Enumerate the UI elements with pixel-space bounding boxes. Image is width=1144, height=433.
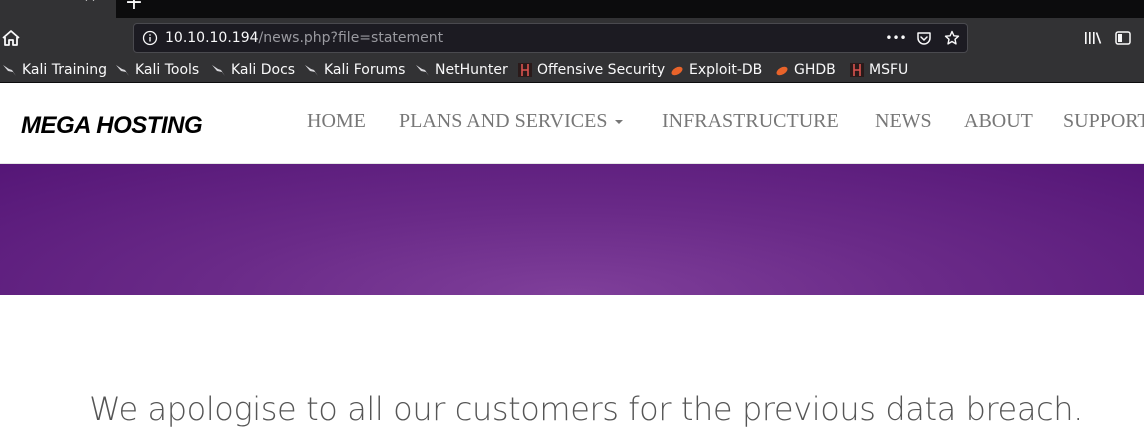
site-header: MEGA HOSTING HOME PLANS AND SERVICES INF…: [0, 84, 1144, 164]
nav-news[interactable]: NEWS: [875, 110, 932, 133]
kali-dragon-icon: [2, 62, 18, 78]
site-info-icon[interactable]: [142, 30, 158, 46]
bookmark-label: NetHunter: [435, 62, 508, 78]
caret-down-icon: [615, 120, 624, 125]
offsec-icon: [517, 62, 533, 78]
exploitdb-icon: [669, 62, 685, 78]
offsec-icon: [849, 62, 865, 78]
pocket-icon[interactable]: [915, 29, 933, 47]
bookmark-label: MSFU: [869, 62, 909, 78]
bookmark-label: Kali Forums: [324, 62, 406, 78]
active-tab[interactable]: ng ✕: [0, 0, 116, 18]
site-logo[interactable]: MEGA HOSTING: [21, 112, 203, 140]
bookmark-msfu[interactable]: MSFU: [849, 60, 908, 80]
bookmark-exploit-db[interactable]: Exploit-DB: [669, 60, 762, 80]
new-tab-button[interactable]: +: [124, 0, 144, 15]
nav-plans-label: PLANS AND SERVICES: [399, 110, 608, 132]
hero-banner: [0, 164, 1144, 295]
bookmark-kali-training[interactable]: Kali Training: [2, 60, 107, 80]
nav-home[interactable]: HOME: [307, 110, 366, 133]
url-path: /news.php?file=statement: [258, 30, 444, 46]
bookmark-offensive-security[interactable]: Offensive Security: [517, 60, 665, 80]
bookmark-nethunter[interactable]: NetHunter: [415, 60, 508, 80]
kali-dragon-icon: [211, 62, 227, 78]
library-icon[interactable]: [1082, 28, 1104, 48]
kali-dragon-icon: [415, 62, 431, 78]
bookmark-ghdb[interactable]: GHDB: [774, 60, 836, 80]
kali-dragon-icon: [304, 62, 320, 78]
bookmark-kali-tools[interactable]: Kali Tools: [115, 60, 199, 80]
kali-dragon-icon: [115, 62, 131, 78]
nav-support[interactable]: SUPPORT: [1063, 110, 1144, 133]
nav-infrastructure[interactable]: INFRASTRUCTURE: [662, 110, 839, 133]
bookmark-label: Kali Docs: [231, 62, 296, 78]
tab-close-icon[interactable]: ✕: [82, 0, 98, 8]
nav-about[interactable]: ABOUT: [964, 110, 1033, 133]
bookmark-kali-docs[interactable]: Kali Docs: [211, 60, 295, 80]
url-text[interactable]: 10.10.10.194/news.php?file=statement: [165, 29, 443, 47]
bookmark-star-icon[interactable]: [943, 29, 961, 47]
url-host: 10.10.10.194: [165, 30, 259, 46]
address-bar[interactable]: 10.10.10.194/news.php?file=statement •••: [133, 23, 968, 53]
bookmark-label: Exploit-DB: [689, 62, 763, 78]
home-icon[interactable]: [0, 28, 22, 48]
bookmark-label: Kali Training: [22, 62, 107, 78]
tab-strip: ng ✕ +: [0, 0, 1144, 18]
nav-plans-and-services[interactable]: PLANS AND SERVICES: [399, 110, 624, 133]
statement-heading: We apologise to all our customers for th…: [89, 390, 1083, 428]
exploitdb-icon: [774, 62, 790, 78]
sidebar-toggle-icon[interactable]: [1113, 28, 1133, 48]
page-actions-icon[interactable]: •••: [885, 29, 906, 47]
bookmark-label: Offensive Security: [537, 62, 666, 78]
bookmark-kali-forums[interactable]: Kali Forums: [304, 60, 405, 80]
navigation-toolbar: 10.10.10.194/news.php?file=statement •••: [0, 18, 1144, 58]
bookmark-label: Kali Tools: [135, 62, 200, 78]
bookmark-label: GHDB: [794, 62, 836, 78]
bookmarks-toolbar: Kali Training Kali Tools Kali Docs Kali …: [0, 58, 1144, 83]
